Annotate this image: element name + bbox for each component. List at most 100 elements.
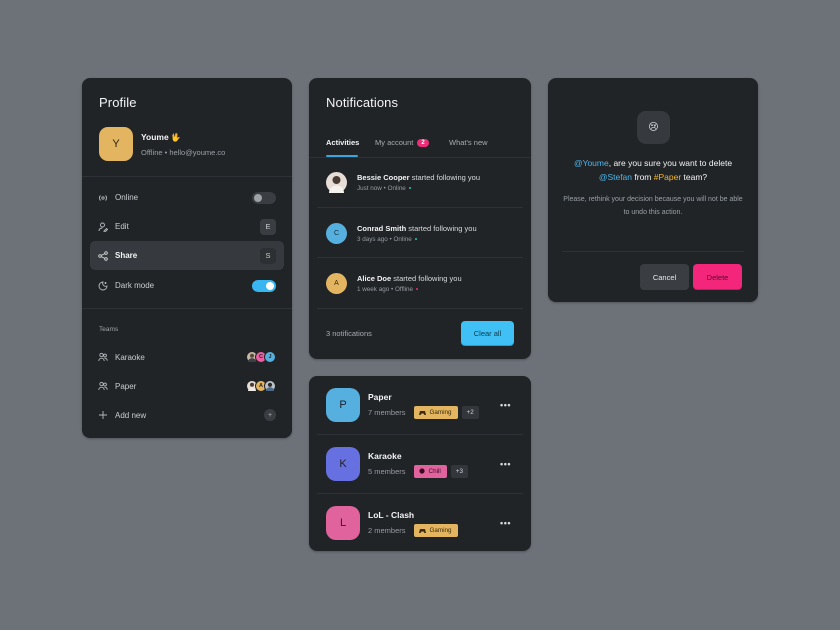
add-new-team[interactable]: Add new + [90,402,284,428]
notification-photo-avatar [326,171,347,193]
broadcast-icon [98,193,108,203]
menu-item-label: Edit [115,222,129,231]
team-members: 7 members [368,407,406,417]
team-list-item[interactable]: L LoL - Clash 2 members Gaming ••• [326,494,516,552]
online-toggle[interactable] [252,191,276,204]
member-avatar: J [264,351,276,363]
notification-item[interactable]: Bessie Cooper started following you Just… [326,157,516,207]
member-avatar-stack: C J [246,351,276,363]
team-tag[interactable]: Gaming [413,523,458,537]
notification-text: Conrad Smith started following you 3 day… [357,224,477,243]
tag-label: Gaming [429,408,452,416]
menu-item-label: Dark mode [115,281,155,290]
notification-name: Alice Doe [357,273,392,283]
notification-meta: 3 days ago • Online [357,236,477,243]
more-options-icon[interactable]: ••• [500,518,511,528]
user-name: Youme 🖖 [141,132,181,142]
team-meta: 2 members Gaming [368,523,458,537]
delete-button[interactable]: Delete [693,264,742,290]
dialog-emoji: 😢 [648,122,659,133]
users-icon [98,381,108,391]
notification-meta: Just now • Online [357,185,480,192]
dark-mode-toggle[interactable] [252,279,276,292]
users-icon [98,352,108,362]
notification-text: Alice Doe started following you 1 week a… [357,274,462,293]
question-text: team? [681,172,708,182]
gamepad-icon [418,409,426,415]
more-tags-count[interactable]: +2 [461,405,479,419]
notification-item[interactable]: C Conrad Smith started following you 3 d… [326,208,516,258]
notifications-title: Notifications [326,95,399,110]
shortcut-key-s: S [260,247,276,264]
shortcut-key-e: E [260,218,276,235]
tab-badge: 2 [417,138,429,147]
tab-activities[interactable]: Activities [326,138,359,147]
menu-item-share[interactable]: Share S [90,241,284,270]
menu-item-dark-mode[interactable]: Dark mode [90,271,284,300]
sidebar-team-paper[interactable]: Paper A [90,373,284,399]
add-team-button[interactable]: + [264,409,276,421]
notification-status: Offline [394,285,414,293]
tab-my-account[interactable]: My account 2 [375,138,429,147]
tab-label: Activities [326,138,360,147]
divider [82,176,292,177]
question-text: from [632,172,654,182]
user-edit-icon [98,222,108,232]
menu-item-online[interactable]: Online [90,183,284,212]
divider [562,251,744,252]
team-label: Paper [115,381,137,391]
dialog-description: Please, rethink your decision because yo… [563,196,743,216]
share-icon [98,250,108,261]
team-name: LoL - Clash [368,509,415,520]
more-tags-count[interactable]: +3 [450,464,468,478]
tab-whats-new[interactable]: What's new [449,138,488,147]
sidebar-team-karaoke[interactable]: Karaoke C J [90,344,284,370]
wave-emoji-icon: 🖖 [170,133,181,142]
team-list-item[interactable]: P Paper 7 members Gaming +2 ••• [326,376,516,434]
online-dot-icon [414,238,417,240]
divider [317,308,523,309]
notification-time: 1 week ago [357,285,390,293]
notification-item[interactable]: A Alice Doe started following you 1 week… [326,258,516,308]
team-hashtag[interactable]: #Paper [654,172,681,182]
add-new-label: Add new [115,410,147,420]
dialog-question: @Youme, are you sure you want to delete … [548,156,758,184]
notification-meta: 1 week ago • Offline [357,286,462,293]
notification-action: started following you [411,172,480,182]
more-options-icon[interactable]: ••• [500,459,511,469]
teams-section-label: Teams [99,326,119,333]
notification-name: Bessie Cooper [357,172,410,182]
team-tag[interactable]: Gaming [413,405,458,419]
notification-count: 3 notifications [326,329,372,338]
team-tag[interactable]: Chill [413,464,447,478]
notification-status: Online [393,235,412,243]
team-avatar: K [326,447,360,481]
menu-item-edit[interactable]: Edit E [90,212,284,241]
user-avatar: Y [99,127,133,161]
team-name: Paper [368,391,392,402]
team-info: LoL - Clash 2 members Gaming [368,510,458,537]
gamepad-icon [418,527,426,533]
team-list-item[interactable]: K Karaoke 5 members Chill +3 ••• [326,435,516,493]
team-meta: 7 members Gaming +2 [368,405,479,419]
divider [82,308,292,309]
team-avatar: P [326,388,360,422]
notification-action: started following you [393,273,462,283]
member-photo-avatar [264,380,276,392]
notification-avatar: A [326,272,347,294]
team-meta: 5 members Chill +3 [368,464,468,478]
clear-all-button[interactable]: Clear all [461,321,514,346]
team-label: Karaoke [115,352,145,362]
more-options-icon[interactable]: ••• [500,400,511,410]
cancel-button[interactable]: Cancel [640,264,689,290]
user-email: hello@youme.co [169,148,226,157]
mention-user[interactable]: @Youme [574,158,609,168]
team-info: Karaoke 5 members Chill +3 [368,451,468,478]
tag-label: Gaming [429,526,452,534]
user-name-text: Youme [141,132,169,142]
mention-target[interactable]: @Stefan [599,172,632,182]
team-avatar: L [326,506,360,540]
notification-line: Alice Doe started following you [357,274,462,283]
sad-emoji-icon: 😢 [637,111,670,144]
tag-label: Chill [428,467,441,475]
